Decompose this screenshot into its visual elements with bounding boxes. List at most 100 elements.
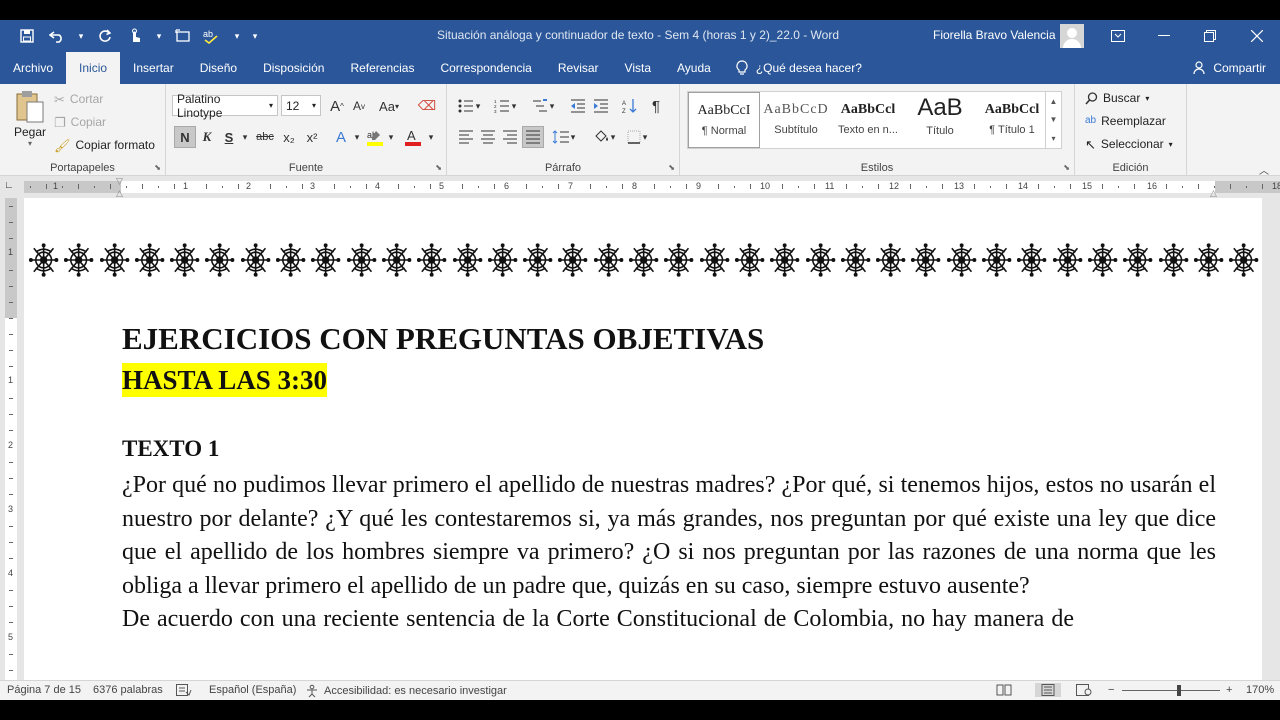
tab-disposicion[interactable]: Disposición: [250, 52, 337, 84]
chevron-down-icon[interactable]: ▾: [546, 95, 558, 117]
font-size-select[interactable]: 12 ▾: [281, 95, 321, 116]
grow-font-button[interactable]: A ^: [326, 95, 348, 117]
read-mode-icon[interactable]: [996, 684, 1012, 696]
vertical-scrollbar[interactable]: [1262, 198, 1280, 680]
language[interactable]: Español (España): [209, 684, 296, 696]
first-line-indent-marker[interactable]: ▽: [116, 176, 123, 187]
restore-icon[interactable]: [1187, 20, 1233, 52]
minimize-icon[interactable]: [1141, 20, 1187, 52]
tab-selector-icon[interactable]: ∟: [4, 180, 16, 192]
zoom-level[interactable]: 170%: [1246, 684, 1274, 696]
chevron-down-icon[interactable]: ▼: [1050, 115, 1058, 124]
dialog-launcher-icon[interactable]: ⬊: [668, 163, 675, 172]
sort-icon[interactable]: AZ: [619, 95, 641, 117]
justify-icon[interactable]: [522, 126, 544, 148]
zoom-out-button[interactable]: −: [1108, 684, 1114, 696]
chevron-down-icon[interactable]: ▾: [234, 126, 256, 148]
document-subtitle[interactable]: HASTA LAS 3:30: [122, 363, 328, 397]
bold-button[interactable]: N: [174, 126, 196, 148]
print-layout-icon[interactable]: [1035, 683, 1061, 697]
chevron-down-icon[interactable]: ▾: [230, 23, 244, 49]
user-name[interactable]: Fiorella Bravo Valencia: [933, 28, 1056, 42]
gallery-scroll[interactable]: ▲ ▼ ▾: [1045, 92, 1061, 148]
close-icon[interactable]: [1234, 20, 1280, 52]
style-normal[interactable]: AaBbCcI ¶ Normal: [688, 92, 760, 148]
chevron-down-icon[interactable]: ▾: [567, 126, 579, 148]
zoom-slider-thumb[interactable]: [1177, 685, 1181, 696]
vertical-ruler[interactable]: 1 1 2 3 4 5: [0, 198, 24, 680]
tab-diseno[interactable]: Diseño: [187, 52, 250, 84]
paragraph-mark-icon[interactable]: ¶: [645, 95, 667, 117]
customize-icon[interactable]: ▾: [248, 23, 262, 49]
collapse-ribbon-icon[interactable]: ︿: [1259, 162, 1269, 177]
touch-mode-icon[interactable]: [122, 23, 148, 49]
style-title[interactable]: AaB Título: [904, 92, 976, 148]
strikethrough-button[interactable]: abc: [254, 126, 276, 148]
superscript-button[interactable]: x²: [301, 126, 323, 148]
align-center-icon[interactable]: [477, 126, 499, 148]
paragraph[interactable]: ¿Por qué no pudimos llevar primero el ap…: [122, 469, 1216, 603]
ribbon-display-options-icon[interactable]: [1095, 20, 1141, 52]
tab-ayuda[interactable]: Ayuda: [664, 52, 724, 84]
font-family-select[interactable]: Palatino Linotype ▾: [172, 92, 278, 120]
chevron-down-icon[interactable]: ▾: [472, 95, 484, 117]
horizontal-ruler[interactable]: ∟ ▽ △ △ 1 1 2 3 4 5 6 7 8 9 10 11 12 13 14 15 16 18: [0, 176, 1280, 198]
style-text-body[interactable]: AaBbCcl Texto en n...: [832, 92, 904, 148]
page-count[interactable]: Página 7 de 15: [7, 684, 81, 696]
tab-correspondencia[interactable]: Correspondencia: [427, 52, 544, 84]
tab-referencias[interactable]: Referencias: [337, 52, 427, 84]
chevron-down-icon[interactable]: ▾: [74, 23, 88, 49]
chevron-down-icon[interactable]: ▾: [607, 126, 619, 148]
chevron-down-icon[interactable]: ▾: [380, 126, 402, 148]
tell-me-search[interactable]: ¿Qué desea hacer?: [724, 52, 862, 84]
shrink-font-button[interactable]: Av: [348, 95, 370, 117]
document-area[interactable]: EJERCICIOS CON PREGUNTAS OBJETIVAS HASTA…: [24, 198, 1280, 680]
dialog-launcher-icon[interactable]: ⬊: [435, 163, 442, 172]
paragraph[interactable]: De acuerdo con una reciente sentencia de…: [122, 603, 1216, 637]
share-button[interactable]: Compartir: [1193, 52, 1266, 84]
increase-indent-icon[interactable]: [590, 95, 612, 117]
redo-icon[interactable]: [92, 23, 118, 49]
section-heading[interactable]: TEXTO 1: [122, 436, 219, 462]
clear-formatting-icon[interactable]: ⌫: [416, 95, 438, 117]
word-count[interactable]: 6376 palabras: [93, 684, 163, 696]
spelling-icon[interactable]: ab: [200, 23, 226, 49]
proofing-icon[interactable]: [176, 684, 192, 696]
chevron-down-icon[interactable]: ▾: [420, 126, 442, 148]
replace-button[interactable]: ab Reemplazar: [1085, 114, 1166, 128]
format-painter-button[interactable]: 🖌 Copiar formato: [54, 138, 155, 152]
more-icon[interactable]: ▾: [1051, 134, 1055, 143]
chevron-down-icon[interactable]: ▾: [152, 23, 166, 49]
tab-revisar[interactable]: Revisar: [545, 52, 612, 84]
web-layout-icon[interactable]: [1076, 684, 1092, 696]
tab-inicio[interactable]: Inicio: [66, 52, 121, 84]
copy-button[interactable]: ❐ Copiar: [54, 115, 106, 129]
italic-button[interactable]: K: [196, 126, 218, 148]
screenshot-icon[interactable]: [170, 23, 196, 49]
dialog-launcher-icon[interactable]: ⬊: [154, 163, 161, 172]
chevron-up-icon[interactable]: ▲: [1050, 97, 1058, 106]
zoom-in-button[interactable]: +: [1226, 684, 1232, 696]
undo-icon[interactable]: [44, 23, 70, 49]
page[interactable]: EJERCICIOS CON PREGUNTAS OBJETIVAS HASTA…: [24, 198, 1262, 680]
zoom-slider-track[interactable]: [1122, 690, 1220, 691]
chevron-down-icon[interactable]: ▾: [508, 95, 520, 117]
dialog-launcher-icon[interactable]: ⬊: [1063, 163, 1070, 172]
avatar[interactable]: [1060, 24, 1084, 48]
select-button[interactable]: ↖ Seleccionar ▾: [1085, 137, 1173, 151]
cut-button[interactable]: ✂ Cortar: [54, 92, 103, 106]
tab-insertar[interactable]: Insertar: [120, 52, 187, 84]
document-body[interactable]: ¿Por qué no pudimos llevar primero el ap…: [122, 469, 1216, 637]
find-button[interactable]: Buscar ▾: [1085, 91, 1149, 105]
tab-archivo[interactable]: Archivo: [0, 52, 66, 84]
style-subtitle[interactable]: AaBbCcD Subtítulo: [760, 92, 832, 148]
save-icon[interactable]: [14, 23, 40, 49]
document-title[interactable]: EJERCICIOS CON PREGUNTAS OBJETIVAS: [122, 321, 764, 357]
chevron-down-icon[interactable]: ▾: [639, 126, 651, 148]
change-case-button[interactable]: Aa ▾: [374, 95, 404, 117]
subscript-button[interactable]: x₂: [278, 126, 300, 148]
align-left-icon[interactable]: [455, 126, 477, 148]
align-right-icon[interactable]: [499, 126, 521, 148]
tab-vista[interactable]: Vista: [612, 52, 664, 84]
style-heading-1[interactable]: AaBbCcl ¶ Título 1: [976, 92, 1048, 148]
